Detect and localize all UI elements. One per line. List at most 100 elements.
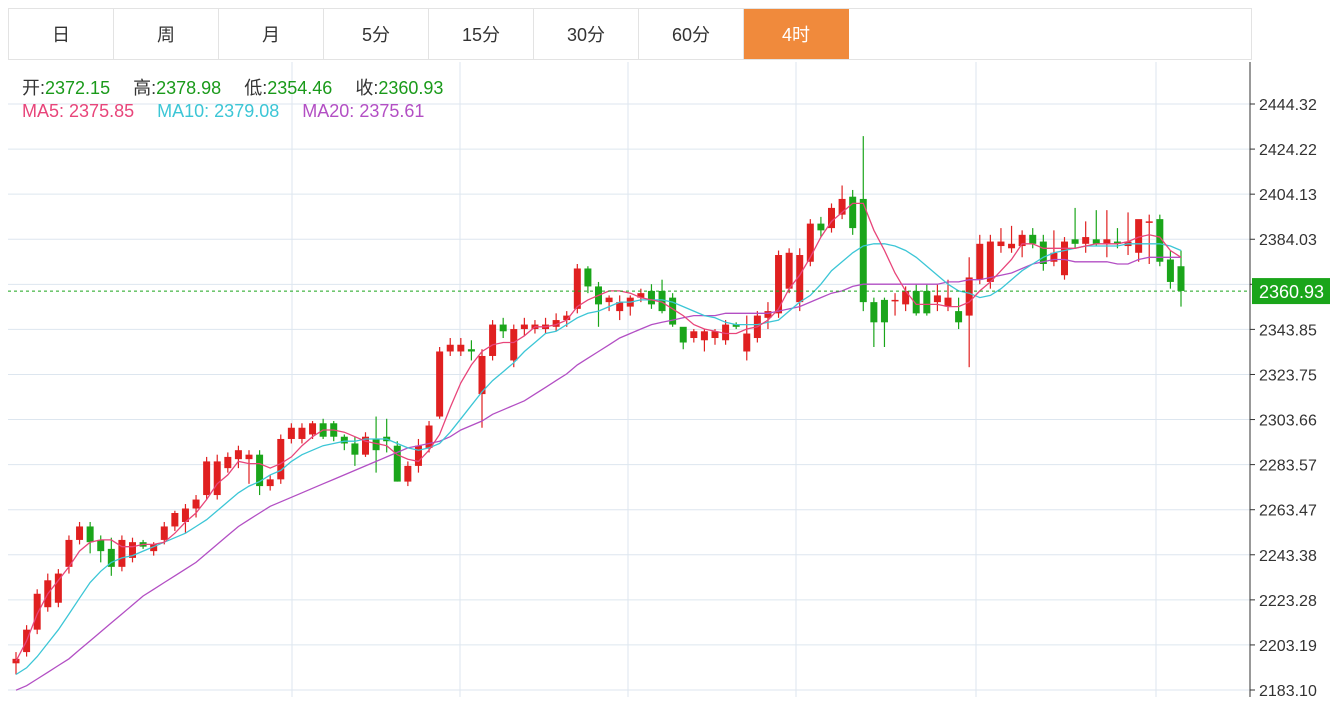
ma5-label: MA5: [22, 101, 65, 121]
candle [552, 313, 560, 332]
candle [192, 495, 200, 518]
candle [933, 284, 941, 312]
candle-body [33, 593, 41, 630]
candle-body [976, 243, 984, 280]
candle [965, 257, 973, 368]
candle-body [414, 445, 422, 466]
ma20-value: 2375.61 [359, 101, 425, 121]
candle [595, 281, 602, 327]
candle [1166, 250, 1174, 289]
y-tick-label: 2384.03 [1259, 232, 1317, 249]
candle [224, 452, 232, 473]
candle [806, 219, 814, 267]
candle-body [859, 198, 867, 303]
candle-body [97, 539, 105, 552]
candle [467, 340, 475, 361]
candle [912, 284, 920, 316]
candle-body [309, 423, 317, 435]
last-price-label: 2360.93 [1259, 282, 1324, 302]
moving-average-lines [15, 202, 1182, 691]
ma-readout: MA5: 2375.85 MA10: 2379.08 MA20: 2375.61 [22, 101, 424, 122]
candle [256, 450, 264, 496]
candle-body [287, 427, 295, 439]
open-label: 开: [22, 78, 46, 98]
candle-body [499, 324, 507, 332]
candle [732, 322, 740, 330]
candle [44, 573, 52, 612]
candle-body [160, 526, 168, 540]
candle-body [1177, 266, 1185, 291]
candle [997, 228, 1005, 253]
ma20-label: MA20: [302, 101, 355, 121]
candle-body [520, 324, 528, 330]
close-label: 收: [355, 78, 379, 98]
candle [955, 297, 963, 330]
candle-body [457, 344, 465, 352]
y-tick-label: 2323.75 [1259, 367, 1317, 384]
candle-body [351, 443, 359, 455]
candle [647, 284, 655, 309]
candle [287, 423, 295, 444]
candle-body [870, 302, 878, 323]
candle [181, 504, 189, 534]
candle-body [489, 324, 497, 356]
candle-body [213, 461, 221, 496]
candle-body [965, 277, 973, 316]
candle-body [902, 290, 910, 305]
y-tick-label: 2303.66 [1259, 413, 1317, 430]
y-tick-label: 2263.47 [1259, 503, 1317, 520]
candle [1039, 234, 1047, 271]
candle-body [510, 329, 518, 361]
candle-body [997, 241, 1005, 247]
candle-body [605, 297, 613, 303]
y-tick-label: 2243.38 [1259, 548, 1317, 565]
candle-body [266, 479, 274, 487]
candle-body [573, 268, 581, 309]
candle-body [785, 252, 793, 289]
candle [870, 297, 878, 347]
candle-body [118, 539, 126, 567]
candle [690, 329, 698, 343]
candle [880, 297, 888, 347]
candle-body [245, 454, 253, 460]
candle [923, 284, 931, 316]
chart-grid [8, 62, 1251, 697]
candle [86, 521, 94, 554]
candle [245, 450, 253, 484]
ma10-label: MA10: [157, 101, 210, 121]
candle [457, 338, 465, 356]
candle [1177, 250, 1185, 307]
low-value: 2354.46 [267, 78, 333, 98]
candle [499, 317, 507, 339]
candle-body [1166, 259, 1174, 282]
candle-body [446, 344, 454, 352]
candle [828, 203, 835, 233]
candle [203, 456, 211, 500]
candle-body [1029, 234, 1037, 244]
candle [118, 535, 126, 572]
candle-body [436, 351, 444, 417]
candle [1135, 219, 1143, 262]
candle [584, 266, 592, 294]
candle-body [277, 438, 285, 480]
candle [171, 510, 179, 531]
candle [1092, 210, 1100, 247]
price-axis: 2444.322424.222404.132384.032363.942343.… [1250, 97, 1317, 700]
candle [1071, 207, 1079, 249]
candle [1061, 237, 1068, 280]
candle [54, 569, 62, 608]
ohlc-readout: 开:2372.15 高:2378.98 低:2354.46 收:2360.93 [22, 74, 461, 100]
candle-body [880, 299, 888, 323]
y-tick-label: 2283.57 [1259, 458, 1317, 475]
y-tick-label: 2223.28 [1259, 593, 1317, 610]
candle [76, 521, 84, 545]
candle [107, 537, 115, 576]
open-value: 2372.15 [45, 78, 111, 98]
candle-body [1061, 241, 1068, 276]
candle [446, 338, 454, 356]
candle [393, 441, 401, 482]
candle [605, 295, 613, 312]
candle-body [1071, 239, 1079, 244]
last-price-marker: 2360.93 [8, 278, 1330, 305]
y-tick-label: 2444.32 [1259, 97, 1317, 114]
